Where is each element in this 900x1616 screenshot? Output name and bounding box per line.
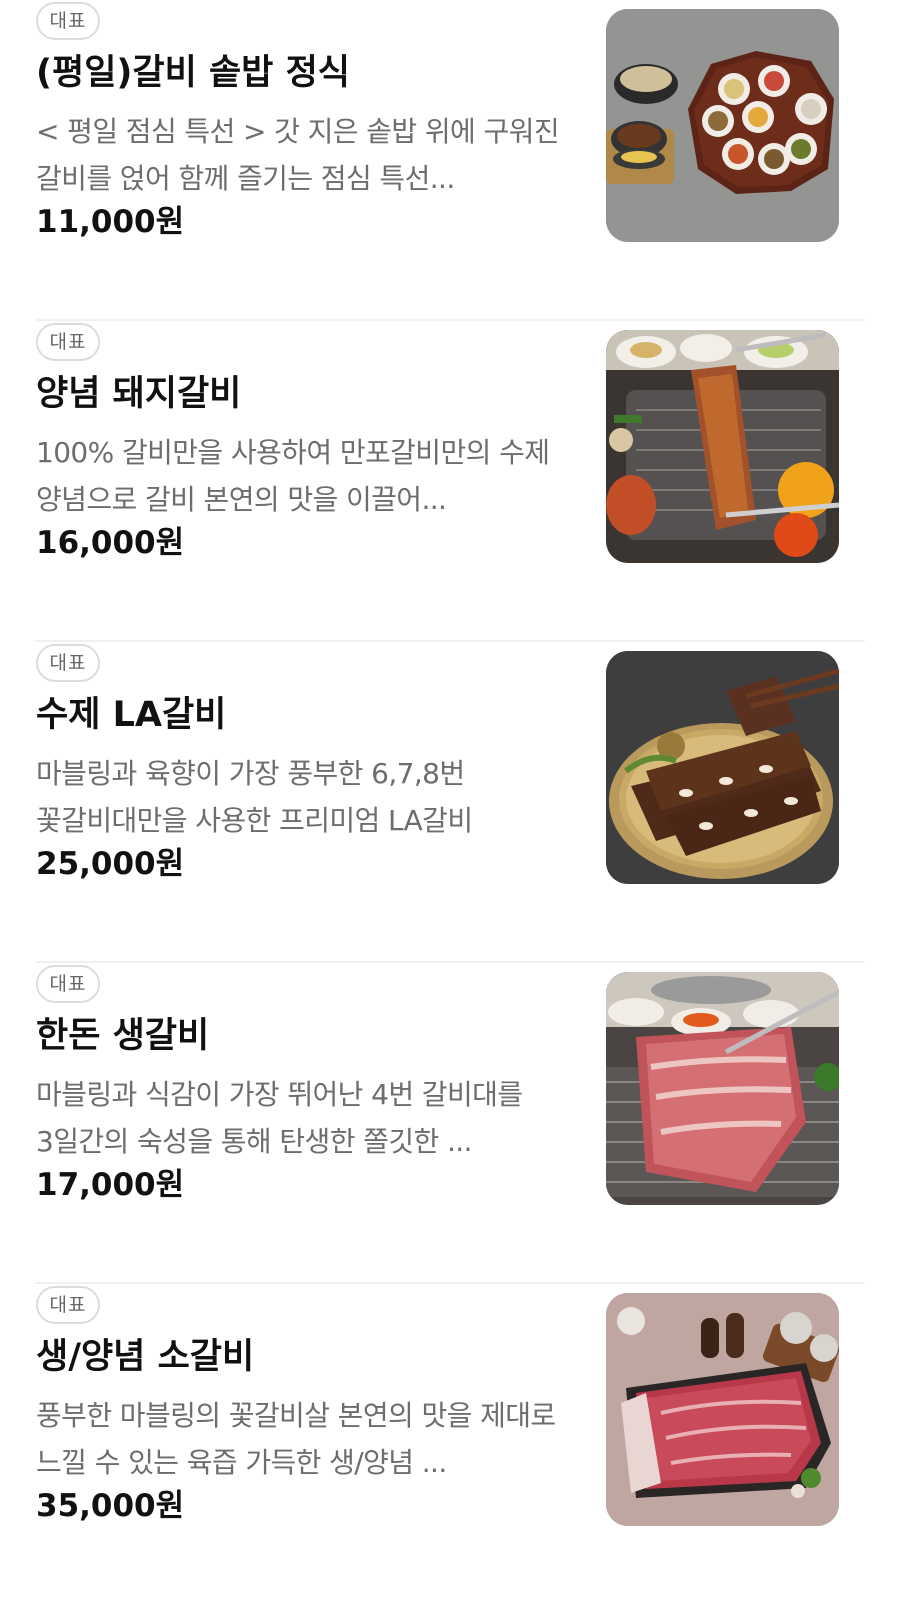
galbi-sotbap-set-photo: [606, 9, 839, 242]
signature-badge: 대표: [36, 644, 100, 682]
fresh-pork-ribs-photo: [606, 972, 839, 1205]
menu-item-price: 16,000원: [36, 525, 185, 561]
menu-item-title: 한돈 생갈비: [36, 1016, 210, 1056]
menu-item[interactable]: 대표 한돈 생갈비 마블링과 식감이 가장 뛰어난 4번 갈비대를 3일간의 숙…: [0, 963, 900, 1284]
menu-item-price: 17,000원: [36, 1167, 185, 1203]
menu-item-thumbnail[interactable]: [606, 651, 839, 884]
menu-item-price: 35,000원: [36, 1488, 185, 1524]
menu-item-description: < 평일 점심 특선 > 갓 지은 솥밥 위에 구워진 갈비를 얹어 함께 즐기…: [36, 115, 560, 195]
menu-item-thumbnail[interactable]: [606, 330, 839, 563]
menu-list: 대표 (평일)갈비 솥밥 정식 < 평일 점심 특선 > 갓 지은 솥밥 위에 …: [0, 0, 900, 1605]
menu-item-description: 풍부한 마블링의 꽃갈비살 본연의 맛을 제대로 느낄 수 있는 육즙 가득한 …: [36, 1399, 556, 1479]
menu-item-title: 수제 LA갈비: [36, 695, 227, 735]
menu-item-description: 마블링과 육향이 가장 풍부한 6,7,8번 꽃갈비대만을 사용한 프리미엄 L…: [36, 757, 473, 837]
menu-item-description: 마블링과 식감이 가장 뛰어난 4번 갈비대를 3일간의 숙성을 통해 탄생한 …: [36, 1078, 523, 1158]
signature-badge: 대표: [36, 323, 100, 361]
menu-item-title: (평일)갈비 솥밥 정식: [36, 53, 350, 93]
marinated-pork-ribs-photo: [606, 330, 839, 563]
menu-item-description: 100% 갈비만을 사용하여 만포갈비만의 수제 양념으로 갈비 본연의 맛을 …: [36, 436, 550, 516]
menu-item-title: 양념 돼지갈비: [36, 374, 242, 414]
menu-item-title: 생/양념 소갈비: [36, 1337, 255, 1377]
signature-badge: 대표: [36, 2, 100, 40]
menu-item-price: 11,000원: [36, 204, 185, 240]
menu-item-price: 25,000원: [36, 846, 185, 882]
menu-item-thumbnail[interactable]: [606, 972, 839, 1205]
signature-badge: 대표: [36, 1286, 100, 1324]
la-galbi-photo: [606, 651, 839, 884]
menu-item[interactable]: 대표 생/양념 소갈비 풍부한 마블링의 꽃갈비살 본연의 맛을 제대로 느낄 …: [0, 1284, 900, 1605]
beef-ribs-photo: [606, 1293, 839, 1526]
menu-item-thumbnail[interactable]: [606, 1293, 839, 1526]
menu-item[interactable]: 대표 양념 돼지갈비 100% 갈비만을 사용하여 만포갈비만의 수제 양념으로…: [0, 321, 900, 642]
menu-item-thumbnail[interactable]: [606, 9, 839, 242]
menu-item[interactable]: 대표 (평일)갈비 솥밥 정식 < 평일 점심 특선 > 갓 지은 솥밥 위에 …: [0, 0, 900, 321]
signature-badge: 대표: [36, 965, 100, 1003]
menu-item[interactable]: 대표 수제 LA갈비 마블링과 육향이 가장 풍부한 6,7,8번 꽃갈비대만을…: [0, 642, 900, 963]
